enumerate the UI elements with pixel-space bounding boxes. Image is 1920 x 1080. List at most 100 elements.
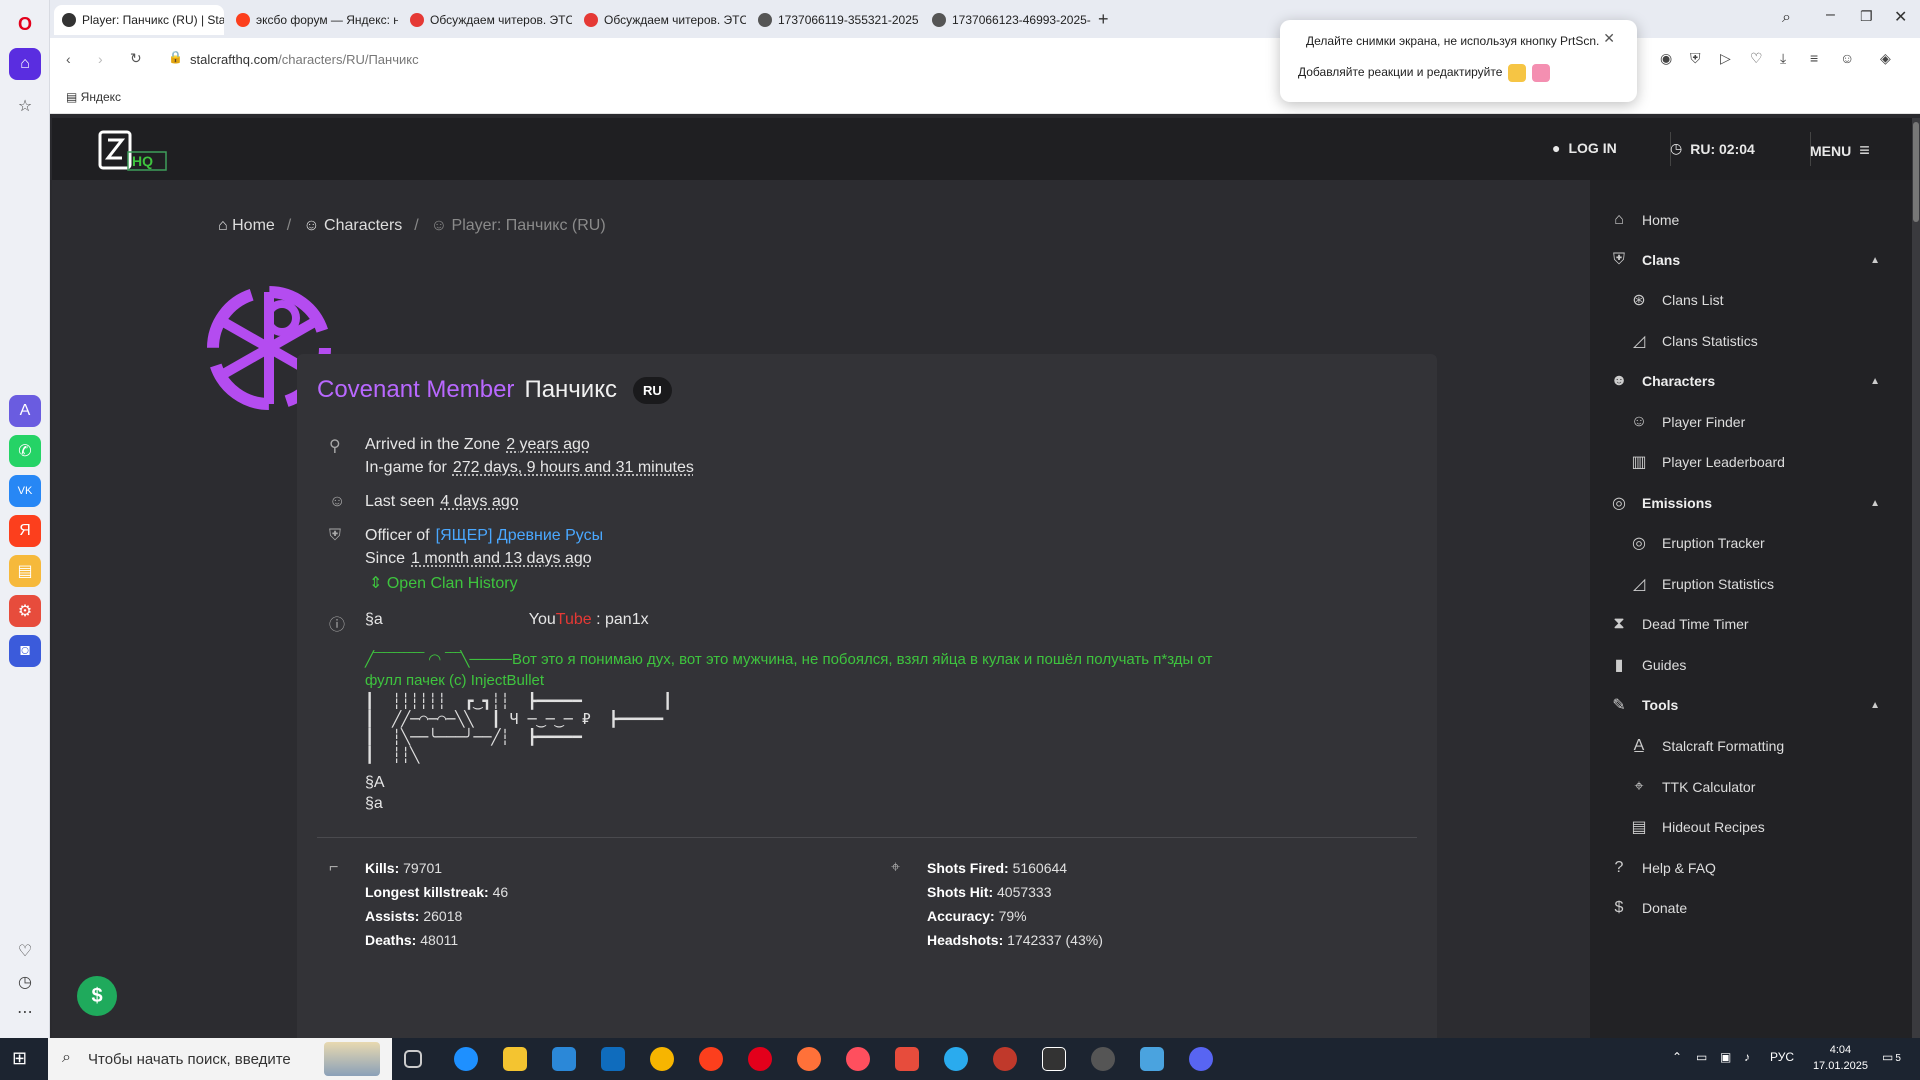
taskbar-search[interactable]: ⌕ Чтобы начать поиск, введите	[48, 1038, 392, 1080]
camera-icon[interactable]: ◉	[1660, 50, 1672, 67]
play-icon[interactable]: ▷	[1720, 50, 1731, 67]
firefox-dev-icon[interactable]	[846, 1047, 870, 1071]
radiation-icon: ◎	[1612, 495, 1626, 512]
menu-characters[interactable]: ☻ Characters ▲	[1590, 363, 1900, 399]
windows-start-icon[interactable]: ⊞	[12, 1048, 27, 1069]
taskbar-clock[interactable]: 4:04 17.01.2025	[1813, 1042, 1868, 1074]
outlook-icon[interactable]	[601, 1047, 625, 1071]
tab-0[interactable]: Player: Панчикс (RU) | Sta	[54, 5, 224, 35]
menu-donate[interactable]: $ Donate	[1590, 890, 1900, 926]
tray-display-icon[interactable]: ▣	[1720, 1050, 1731, 1064]
tab-3[interactable]: Обсуждаем читеров. ЭТС	[576, 5, 746, 35]
yandex-icon[interactable]	[699, 1047, 723, 1071]
notification-icon[interactable]: ▭ 5	[1882, 1050, 1901, 1064]
edge-icon[interactable]	[454, 1047, 478, 1071]
menu-help-faq[interactable]: ? Help & FAQ	[1590, 850, 1900, 886]
favicon-icon	[236, 13, 250, 27]
user-clock-icon: ☺	[329, 493, 346, 510]
aria-icon[interactable]: A	[9, 395, 41, 427]
breadcrumb-home[interactable]: ⌂ Home	[218, 217, 275, 235]
menu-clans[interactable]: ⛨ Clans ▲	[1590, 242, 1900, 278]
page-scrollbar[interactable]	[1912, 118, 1920, 1038]
menu-eruption-tracker[interactable]: ◎ Eruption Tracker	[1590, 525, 1900, 561]
shield-icon: ⛨	[1612, 251, 1625, 268]
tray-chevron-icon[interactable]: ⌃	[1672, 1050, 1682, 1064]
close-icon[interactable]: ✕	[1603, 30, 1615, 47]
site-logo[interactable]: HQ	[98, 130, 170, 172]
opera-logo-icon[interactable]: O	[9, 8, 41, 40]
search-icon[interactable]: ⌕	[1782, 9, 1791, 27]
history-icon[interactable]: ◷	[9, 966, 41, 998]
menu-guides[interactable]: ▮ Guides	[1590, 647, 1900, 683]
tray-volume-icon[interactable]: ♪	[1744, 1050, 1750, 1064]
shield-icon[interactable]: ⛨	[1690, 50, 1701, 67]
stalcraft-icon[interactable]	[1042, 1047, 1066, 1071]
whatsapp-icon[interactable]: ✆	[9, 435, 41, 467]
tab-1[interactable]: эксбо форум — Яндекс: н	[228, 5, 398, 35]
close-window-icon[interactable]: ✕	[1894, 7, 1907, 27]
language-indicator[interactable]: РУС	[1770, 1050, 1794, 1064]
vk-icon[interactable]: VK	[9, 475, 41, 507]
menu-clans-statistics[interactable]: ◿ Clans Statistics	[1590, 323, 1900, 359]
tab-2[interactable]: Обсуждаем читеров. ЭТС	[402, 5, 572, 35]
bookmark-yandex[interactable]: ▤ Яндекс	[66, 90, 121, 104]
minimize-icon[interactable]: –	[1826, 6, 1835, 24]
tab-4[interactable]: 1737066119-355321-2025	[750, 5, 920, 35]
discord-icon[interactable]	[1189, 1047, 1213, 1071]
tray-network-icon[interactable]: ▭	[1696, 1050, 1707, 1064]
task-view-icon[interactable]	[404, 1050, 422, 1068]
menu-clans-list[interactable]: ⊛ Clans List	[1590, 282, 1900, 318]
profile-icon[interactable]: ☺	[1840, 50, 1854, 66]
new-tab-icon[interactable]: +	[1098, 9, 1109, 30]
menu-emissions[interactable]: ◎ Emissions ▲	[1590, 485, 1900, 521]
menu-eruption-statistics[interactable]: ◿ Eruption Statistics	[1590, 566, 1900, 602]
heart-icon[interactable]: ♡	[9, 935, 41, 967]
menu-ttk-calculator[interactable]: ⌖ TTK Calculator	[1590, 769, 1900, 805]
wallet-icon[interactable]: ▤	[9, 555, 41, 587]
menu-dead-time-timer[interactable]: ⧗ Dead Time Timer	[1590, 606, 1900, 642]
yandex-icon[interactable]: Я	[9, 515, 41, 547]
bookmark-label: Яндекс	[80, 90, 122, 104]
menu-tools[interactable]: ✎ Tools ▲	[1590, 687, 1900, 723]
yandex-browser-icon[interactable]	[650, 1047, 674, 1071]
more-icon[interactable]: ⋯	[9, 996, 41, 1028]
game-launcher-icon[interactable]	[993, 1047, 1017, 1071]
store-icon[interactable]	[552, 1047, 576, 1071]
player-icon[interactable]: ◙	[9, 635, 41, 667]
restore-icon[interactable]: ❐	[1860, 8, 1873, 25]
app-icon[interactable]: ⚙	[9, 595, 41, 627]
stat-label: Longest killstreak:	[365, 884, 489, 900]
home-icon[interactable]: ⌂	[9, 48, 41, 80]
menu-player-leaderboard[interactable]: ▥ Player Leaderboard	[1590, 444, 1900, 480]
scrollbar-thumb[interactable]	[1913, 122, 1919, 222]
menu-hideout-recipes[interactable]: ▤ Hideout Recipes	[1590, 809, 1900, 845]
clan-history-button[interactable]: ⇕ Open Clan History	[369, 573, 518, 593]
settings-icon[interactable]	[1091, 1047, 1115, 1071]
window-app-icon[interactable]	[1140, 1047, 1164, 1071]
cube-icon[interactable]: ◈	[1880, 50, 1891, 67]
download-icon[interactable]: ⤓	[1780, 50, 1786, 67]
breadcrumb-characters[interactable]: ☺ Characters	[303, 217, 402, 235]
menu-label: Clans List	[1662, 292, 1724, 308]
menu-stalcraft-formatting[interactable]: A̲ Stalcraft Formatting	[1590, 728, 1900, 764]
firefox-icon[interactable]	[797, 1047, 821, 1071]
menu-button[interactable]: MENU ≡	[1810, 140, 1870, 161]
telegram-icon[interactable]	[944, 1047, 968, 1071]
tab-5[interactable]: 1737066123-46993-2025-	[924, 5, 1094, 35]
url-field[interactable]: stalcrafthq.com/characters/RU/Панчикс	[190, 52, 419, 67]
opera-icon[interactable]	[748, 1047, 772, 1071]
bookmark-star-icon[interactable]: ☆	[9, 90, 41, 122]
clan-link[interactable]: [ЯЩЕР] Древние Русы	[436, 527, 603, 544]
reload-icon[interactable]: ↻	[130, 50, 142, 67]
forward-icon[interactable]: ›	[98, 51, 103, 67]
menu-lines-icon[interactable]: ≡	[1810, 50, 1818, 66]
explorer-icon[interactable]	[503, 1047, 527, 1071]
stat-assists: Assists: 26018	[365, 908, 462, 924]
donate-fab-button[interactable]: $	[77, 976, 117, 1016]
menu-player-finder[interactable]: ☺ Player Finder	[1590, 404, 1900, 440]
menu-home[interactable]: ⌂ Home	[1590, 202, 1900, 238]
login-button[interactable]: ● LOG IN	[1552, 140, 1617, 156]
app-icon[interactable]	[895, 1047, 919, 1071]
heart-icon[interactable]: ♡	[1750, 50, 1763, 67]
back-icon[interactable]: ‹	[66, 51, 71, 67]
